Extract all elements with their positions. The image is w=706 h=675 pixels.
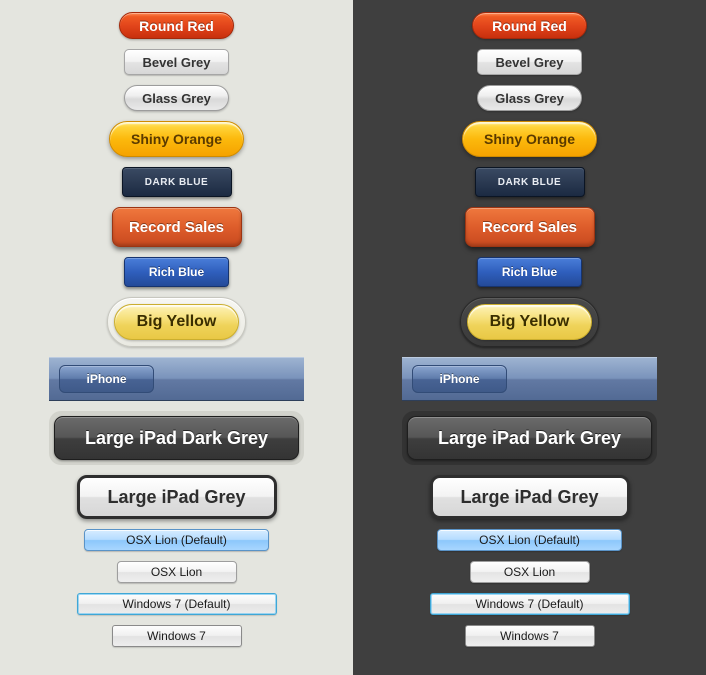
rich-blue-button[interactable]: Rich Blue [477,257,582,287]
round-red-button[interactable]: Round Red [119,12,234,39]
round-red-button[interactable]: Round Red [472,12,587,39]
windows-7-default-button[interactable]: Windows 7 (Default) [430,593,630,615]
bevel-grey-button[interactable]: Bevel Grey [124,49,229,75]
bevel-grey-button[interactable]: Bevel Grey [477,49,582,75]
light-panel: Round Red Bevel Grey Glass Grey Shiny Or… [0,0,353,675]
iphone-nav-bar: iPhone [402,357,657,401]
large-ipad-dark-grey-button[interactable]: Large iPad Dark Grey [54,416,299,460]
record-sales-button[interactable]: Record Sales [465,207,595,247]
record-sales-button[interactable]: Record Sales [112,207,242,247]
iphone-button[interactable]: iPhone [59,365,154,393]
osx-lion-default-button[interactable]: OSX Lion (Default) [84,529,269,551]
dark-blue-button[interactable]: DARK BLUE [475,167,585,197]
windows-7-default-button[interactable]: Windows 7 (Default) [77,593,277,615]
big-yellow-wrap: Big Yellow [460,297,599,347]
glass-grey-button[interactable]: Glass Grey [124,85,229,111]
dark-panel: Round Red Bevel Grey Glass Grey Shiny Or… [353,0,706,675]
osx-lion-button[interactable]: OSX Lion [117,561,237,583]
large-ipad-dark-grey-button[interactable]: Large iPad Dark Grey [407,416,652,460]
dark-blue-button[interactable]: DARK BLUE [122,167,232,197]
large-ipad-grey-button[interactable]: Large iPad Grey [430,475,630,519]
windows-7-button[interactable]: Windows 7 [465,625,595,647]
ipad-dark-wrap: Large iPad Dark Grey [49,411,304,465]
rich-blue-button[interactable]: Rich Blue [124,257,229,287]
windows-7-button[interactable]: Windows 7 [112,625,242,647]
shiny-orange-button[interactable]: Shiny Orange [462,121,597,157]
osx-lion-default-button[interactable]: OSX Lion (Default) [437,529,622,551]
shiny-orange-button[interactable]: Shiny Orange [109,121,244,157]
glass-grey-button[interactable]: Glass Grey [477,85,582,111]
large-ipad-grey-button[interactable]: Large iPad Grey [77,475,277,519]
iphone-button[interactable]: iPhone [412,365,507,393]
osx-lion-button[interactable]: OSX Lion [470,561,590,583]
iphone-nav-bar: iPhone [49,357,304,401]
big-yellow-button[interactable]: Big Yellow [114,304,239,340]
big-yellow-wrap: Big Yellow [107,297,246,347]
ipad-dark-wrap: Large iPad Dark Grey [402,411,657,465]
big-yellow-button[interactable]: Big Yellow [467,304,592,340]
